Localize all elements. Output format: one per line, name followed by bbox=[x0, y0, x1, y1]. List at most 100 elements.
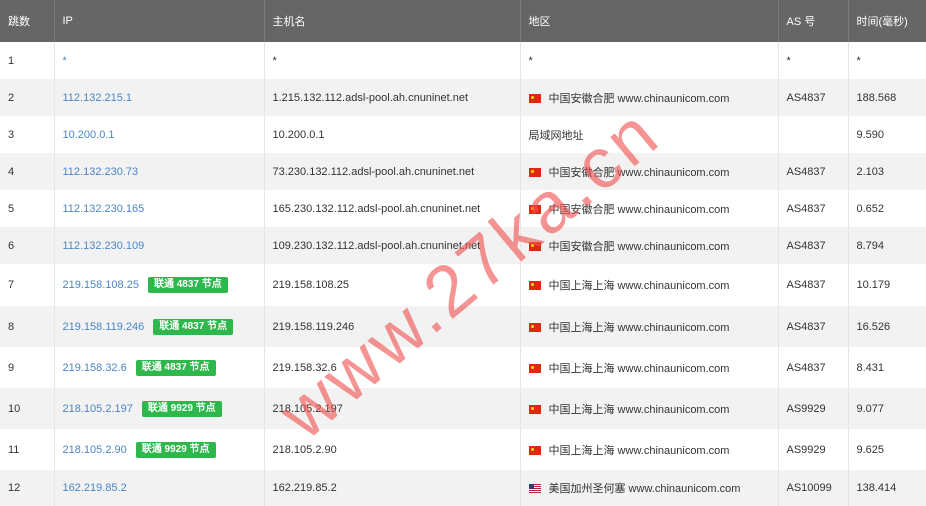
hostname-cell: 218.105.2.90 bbox=[264, 429, 521, 470]
ip-link[interactable]: 219.158.119.246 bbox=[63, 320, 145, 332]
asn-cell: AS4837 bbox=[778, 79, 849, 116]
time-cell: 10.179 bbox=[848, 264, 926, 306]
time-cell: 138.414 bbox=[848, 470, 926, 506]
asn-cell: AS10099 bbox=[778, 470, 849, 506]
region-text: 中国上海上海 www.chinaunicom.com bbox=[548, 362, 730, 375]
region-text: 中国安徽合肥 www.chinaunicom.com bbox=[548, 92, 730, 105]
region-text: 中国上海上海 www.chinaunicom.com bbox=[548, 321, 730, 334]
ip-link[interactable]: 218.105.2.90 bbox=[63, 443, 127, 455]
time-cell: * bbox=[848, 42, 926, 79]
time-cell: 0.652 bbox=[848, 190, 926, 227]
time-cell: 2.103 bbox=[848, 153, 926, 190]
table-row: 4 112.132.230.73 73.230.132.112.adsl-pool.… bbox=[0, 153, 926, 190]
ip-cell: 112.132.230.109 bbox=[54, 227, 265, 264]
table-row: 9 219.158.32.6 联通 4837 节点 219.158.32.6 中国上海上… bbox=[0, 347, 926, 388]
region-text: 中国安徽合肥 www.chinaunicom.com bbox=[548, 166, 730, 179]
table-row: 5 112.132.230.165 165.230.132.112.adsl-poo… bbox=[0, 190, 926, 227]
hostname-cell: 219.158.119.246 bbox=[264, 306, 521, 347]
ip-link[interactable]: 112.132.215.1 bbox=[63, 92, 133, 104]
hostname-cell: 73.230.132.112.adsl-pool.ah.cnuninet.net bbox=[264, 153, 521, 190]
node-badge: 联通 4837 节点 bbox=[147, 277, 228, 293]
ip-cell: 112.132.230.165 bbox=[54, 190, 265, 227]
region-text: 中国安徽合肥 www.chinaunicom.com bbox=[548, 203, 730, 216]
hop-cell: 3 bbox=[0, 116, 55, 153]
ip-link[interactable]: 112.132.230.109 bbox=[63, 240, 145, 252]
region-text: 局域网地址 bbox=[528, 129, 584, 142]
ip-cell: 219.158.32.6 联通 4837 节点 bbox=[54, 347, 265, 388]
hostname-cell: 218.105.2.197 bbox=[264, 388, 521, 429]
china-flag-icon bbox=[528, 322, 541, 332]
ip-link[interactable]: 219.158.32.6 bbox=[63, 361, 127, 373]
ip-link[interactable]: 10.200.0.1 bbox=[63, 129, 115, 141]
china-flag-icon bbox=[528, 363, 541, 373]
asn-cell: AS9929 bbox=[778, 388, 849, 429]
table-row: 6 112.132.230.109 109.230.132.112.adsl-poo… bbox=[0, 227, 926, 264]
hostname-cell: 219.158.108.25 bbox=[264, 264, 521, 306]
hostname-cell: * bbox=[264, 42, 521, 79]
hostname-cell: 1.215.132.112.adsl-pool.ah.cnuninet.net bbox=[264, 79, 521, 116]
asn-cell: AS4837 bbox=[778, 347, 849, 388]
asn-cell: AS4837 bbox=[778, 306, 849, 347]
time-cell: 8.794 bbox=[848, 227, 926, 264]
table-row: 7 219.158.108.25 联通 4837 节点 219.158.108.25 中… bbox=[0, 264, 926, 306]
region-cell: 中国安徽合肥 www.chinaunicom.com bbox=[520, 153, 779, 190]
time-header: 时间(毫秒) bbox=[848, 0, 926, 42]
hostname-header: 主机名 bbox=[264, 0, 521, 42]
hop-cell: 8 bbox=[0, 306, 55, 347]
ip-link[interactable]: 112.132.230.165 bbox=[63, 203, 145, 215]
hostname-cell: 162.219.85.2 bbox=[264, 470, 521, 506]
hostname-cell: 219.158.32.6 bbox=[264, 347, 521, 388]
asn-header: AS 号 bbox=[778, 0, 849, 42]
hop-cell: 9 bbox=[0, 347, 55, 388]
time-cell: 9.625 bbox=[848, 429, 926, 470]
hop-cell: 2 bbox=[0, 79, 55, 116]
table-row: 8 219.158.119.246 联通 4837 节点 219.158.119.24… bbox=[0, 306, 926, 347]
ip-cell: 218.105.2.90 联通 9929 节点 bbox=[54, 429, 265, 470]
asn-cell: AS4837 bbox=[778, 153, 849, 190]
ip-cell: 162.219.85.2 bbox=[54, 470, 265, 506]
ip-cell: 10.200.0.1 bbox=[54, 116, 265, 153]
node-badge: 联通 9929 节点 bbox=[141, 400, 222, 417]
ip-header: IP bbox=[54, 0, 265, 42]
region-cell: 中国安徽合肥 www.chinaunicom.com bbox=[520, 227, 779, 264]
region-cell: 中国安徽合肥 www.chinaunicom.com bbox=[520, 79, 779, 116]
region-cell: 美国加州圣何塞 www.chinaunicom.com bbox=[520, 470, 779, 506]
hop-cell: 1 bbox=[0, 42, 55, 79]
ip-link[interactable]: 219.158.108.25 bbox=[63, 279, 139, 291]
region-cell: 中国上海上海 www.chinaunicom.com bbox=[520, 429, 779, 470]
hop-cell: 10 bbox=[0, 388, 55, 429]
table-row: 11 218.105.2.90 联通 9929 节点 218.105.2.90 中国上海… bbox=[0, 429, 926, 470]
asn-cell: AS4837 bbox=[778, 264, 849, 306]
ip-link[interactable]: 218.105.2.197 bbox=[63, 402, 133, 414]
hostname-cell: 109.230.132.112.adsl-pool.ah.cnuninet.ne… bbox=[264, 227, 521, 264]
time-cell: 188.568 bbox=[848, 79, 926, 116]
table-row: 1 * * * * * bbox=[0, 42, 926, 79]
region-cell: 中国上海上海 www.chinaunicom.com bbox=[520, 388, 779, 429]
asn-cell: * bbox=[778, 42, 849, 79]
header-row: 跳数 IP 主机名 地区 AS 号时间(毫秒) bbox=[0, 0, 926, 42]
time-cell: 8.431 bbox=[848, 347, 926, 388]
china-flag-icon bbox=[528, 204, 541, 214]
region-text: * bbox=[528, 54, 533, 67]
hop-cell: 12 bbox=[0, 470, 55, 506]
ip-link[interactable]: * bbox=[63, 55, 67, 67]
time-cell: 9.590 bbox=[848, 116, 926, 153]
china-flag-icon bbox=[528, 445, 541, 455]
hop-cell: 4 bbox=[0, 153, 55, 190]
region-text: 中国上海上海 www.chinaunicom.com bbox=[548, 280, 730, 292]
ip-cell: 219.158.108.25 联通 4837 节点 bbox=[54, 264, 265, 306]
region-text: 中国上海上海 www.chinaunicom.com bbox=[548, 403, 730, 416]
region-cell: 局域网地址 bbox=[520, 116, 779, 153]
ip-cell: 219.158.119.246 联通 4837 节点 bbox=[54, 306, 265, 347]
traceroute-table: 跳数 IP 主机名 地区 AS 号时间(毫秒) 1 * * * * * 2 112.132.215.1… bbox=[0, 0, 926, 506]
table-row: 12 162.219.85.2 162.219.85.2 美国加州圣何塞 www.ch… bbox=[0, 470, 926, 506]
hop-cell: 5 bbox=[0, 190, 55, 227]
ip-link[interactable]: 162.219.85.2 bbox=[63, 482, 127, 494]
asn-cell: AS4837 bbox=[778, 190, 849, 227]
china-flag-icon bbox=[528, 93, 541, 103]
table-header: 跳数 IP 主机名 地区 AS 号时间(毫秒) bbox=[0, 0, 926, 42]
region-text: 中国安徽合肥 www.chinaunicom.com bbox=[548, 240, 730, 253]
asn-cell bbox=[778, 116, 849, 153]
ip-link[interactable]: 112.132.230.73 bbox=[63, 166, 139, 178]
china-flag-icon bbox=[528, 281, 541, 290]
